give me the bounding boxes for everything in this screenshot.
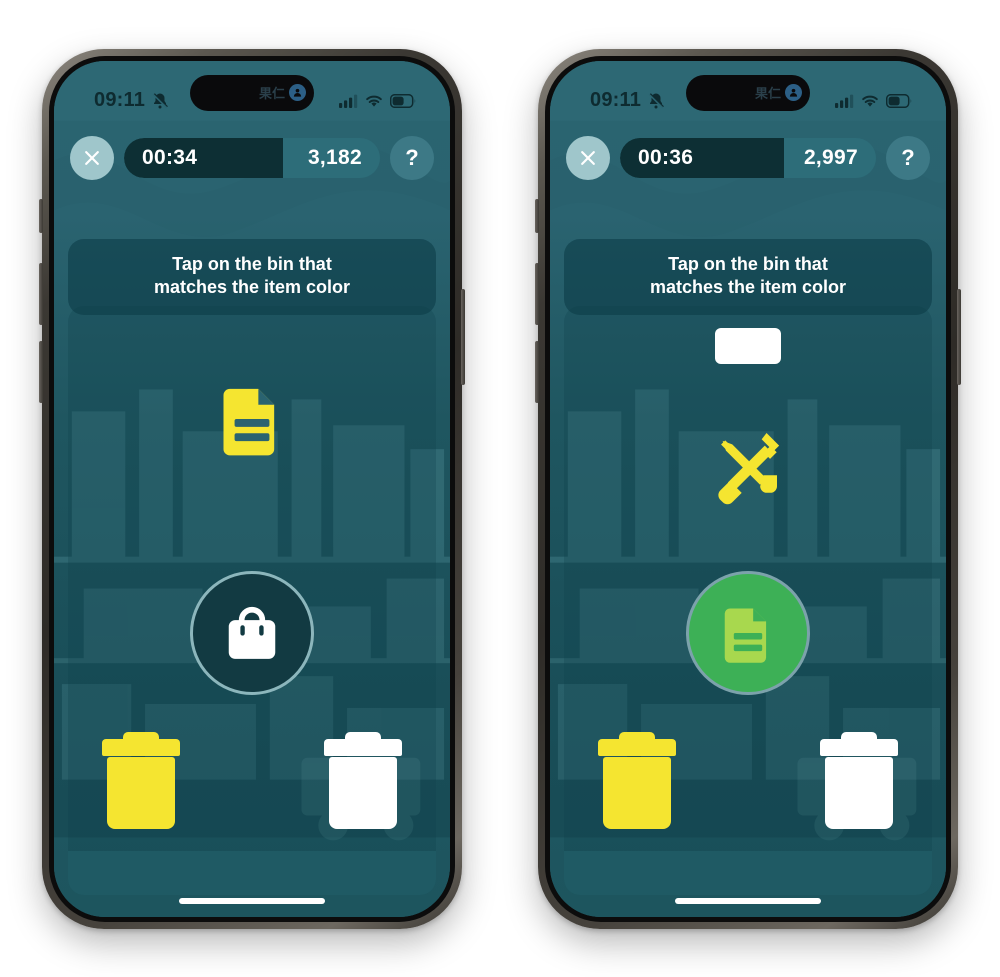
phone-bezel-right: 09:11 果仁 00:36 2,997 ? Tap on the bin th… [545,55,951,922]
bins-row-right [564,719,932,829]
bin-yellow-lid [598,738,676,756]
cellular-signal-icon [339,94,358,108]
dynamic-island-left: 果仁 [190,74,314,111]
hud-bar-right: 00:36 2,997 ? [566,135,930,181]
bin-yellow-body [107,756,175,829]
bin-white-body [825,756,893,829]
battery-icon [886,93,912,108]
bin-white[interactable] [324,738,402,829]
close-button[interactable] [70,135,114,180]
ground-strip [564,850,932,895]
status-time-group: 09:11 [94,89,169,112]
power-button[interactable] [461,288,465,385]
bell-slash-icon [152,92,168,108]
active-item-disc[interactable] [686,570,810,695]
phone-device-left: 09:11 果仁 00:34 3,182 ? Tap on the bin th… [39,48,465,929]
island-label: 果仁 [258,86,285,101]
volume-up-button[interactable] [39,262,43,325]
help-icon: ? [405,144,419,170]
volume-up-button[interactable] [535,262,539,325]
score-label: 2,997 [803,145,858,169]
progress-score-bar: 00:34 3,182 [124,137,380,178]
status-indicators-left [339,93,416,108]
shopping-bag-icon [228,606,276,659]
status-time-group: 09:11 [590,89,665,112]
bin-yellow[interactable] [102,738,180,829]
bin-yellow-body [603,756,671,829]
bin-white[interactable] [820,738,898,829]
home-indicator[interactable] [675,897,821,904]
timer-label: 00:34 [142,145,198,169]
bin-white-lid [820,738,898,756]
phone-bezel-left: 09:11 果仁 00:34 3,182 ? Tap on the bin th… [49,55,455,922]
person-icon [785,84,802,101]
document-icon [724,607,767,663]
silence-switch[interactable] [535,198,539,233]
bins-row-left [68,719,436,829]
phone-device-right: 09:11 果仁 00:36 2,997 ? Tap on the bin th… [535,48,961,929]
falling-item-document[interactable] [214,381,290,457]
instruction-line-1: Tap on the bin that [172,253,332,274]
instruction-panel-left: Tap on the bin that matches the item col… [68,238,436,315]
cellular-signal-icon [835,94,854,108]
power-button[interactable] [957,288,961,385]
ground-strip [68,850,436,895]
bin-white-body [329,756,397,829]
instruction-line-2: matches the item color [153,276,351,297]
bin-yellow[interactable] [598,738,676,829]
instruction-line-2: matches the item color [649,276,847,297]
help-icon: ? [901,144,915,170]
battery-icon [390,93,416,108]
active-item-disc[interactable] [190,570,314,695]
help-button[interactable]: ? [390,135,434,180]
instruction-line-1: Tap on the bin that [668,253,828,274]
volume-down-button[interactable] [535,340,539,403]
dynamic-island-right: 果仁 [686,74,810,111]
help-button[interactable]: ? [886,135,930,180]
wifi-icon [862,95,878,107]
instruction-panel-right: Tap on the bin that matches the item col… [564,238,932,315]
phone-screen-left: 09:11 果仁 00:34 3,182 ? Tap on the bin th… [54,60,450,917]
playfield-right[interactable] [564,305,932,895]
island-label: 果仁 [754,86,781,101]
close-icon [85,150,99,165]
wifi-icon [366,95,382,107]
close-button[interactable] [566,135,610,180]
hud-bar-left: 00:34 3,182 ? [70,135,434,181]
tools-icon [718,432,780,504]
status-indicators-right [835,93,912,108]
bin-yellow-lid [102,738,180,756]
volume-down-button[interactable] [39,340,43,403]
document-icon [223,388,275,455]
timer-label: 00:36 [638,145,694,169]
playfield-left[interactable] [68,305,436,895]
bin-white-lid [324,738,402,756]
status-time: 09:11 [590,89,642,111]
bell-slash-icon [648,92,664,108]
screenshot-stage: 09:11 果仁 00:34 3,182 ? Tap on the bin th… [0,0,1000,977]
falling-item-tools[interactable] [706,426,790,510]
incoming-item-tray [715,327,781,364]
phone-screen-right: 09:11 果仁 00:36 2,997 ? Tap on the bin th… [550,60,946,917]
person-icon [289,84,306,101]
close-icon [581,150,595,165]
score-label: 3,182 [307,145,362,169]
status-time: 09:11 [94,89,146,111]
silence-switch[interactable] [39,198,43,233]
home-indicator[interactable] [179,897,325,904]
progress-score-bar: 00:36 2,997 [620,137,876,178]
